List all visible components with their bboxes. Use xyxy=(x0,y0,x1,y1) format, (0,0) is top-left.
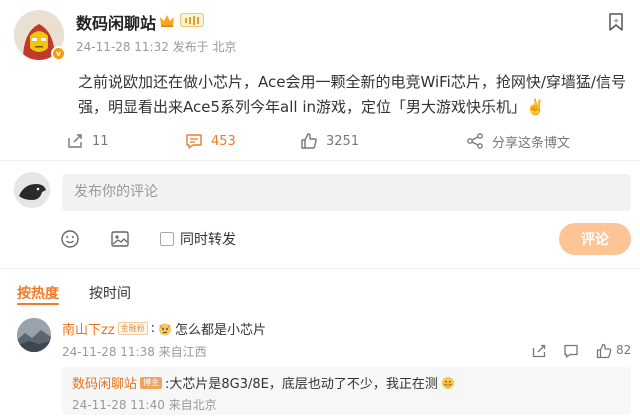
comment-text: 怎么都是小芯片 xyxy=(175,323,267,338)
comment-icon[interactable] xyxy=(563,343,579,359)
forward-checkbox[interactable] xyxy=(160,232,174,246)
submit-comment-button[interactable]: 评论 xyxy=(559,223,631,255)
fan-badge: 金融粉 xyxy=(117,322,148,335)
my-avatar[interactable] xyxy=(14,172,50,208)
reply-text: :大芯片是8G3/8E，底层也动了不少，我正在测 xyxy=(165,377,438,392)
svg-text:+: + xyxy=(613,17,619,25)
forward-label[interactable]: 同时转发 xyxy=(180,229,236,249)
divider xyxy=(0,268,640,269)
active-tab-indicator xyxy=(17,303,59,305)
like-button[interactable]: 3251 xyxy=(300,131,359,151)
divider xyxy=(0,160,640,161)
tab-by-hot[interactable]: 按热度 xyxy=(17,283,59,303)
comment-meta: 24-11-28 11:38 来自江西 xyxy=(62,345,207,359)
post-meta: 24-11-28 11:32 发布于 北京 xyxy=(76,40,237,54)
reply-line: 数码闲聊站 博主 :大芯片是8G3/8E，底层也动了不少，我正在测 xyxy=(72,373,455,392)
like-count: 3251 xyxy=(326,133,360,149)
share-label: 分享这条博文 xyxy=(492,135,571,151)
level-bars-icon xyxy=(180,13,204,27)
reply-author-name[interactable]: 数码闲聊站 xyxy=(72,373,137,392)
comment-button[interactable]: 453 xyxy=(185,131,236,151)
repost-icon xyxy=(68,134,82,148)
commenter-name[interactable]: 南山下zz xyxy=(62,319,115,338)
comment-count: 453 xyxy=(211,133,236,149)
share-icon xyxy=(467,133,483,149)
thumb-up-icon[interactable] xyxy=(596,343,612,359)
bookmark-icon[interactable]: + xyxy=(607,12,625,32)
comment-icon xyxy=(186,134,202,149)
post-content: 之前说欧加还在做小芯片，Ace会用一颗全新的电竞WiFi芯片，抢网快/穿墙猛/信… xyxy=(78,73,626,116)
author-badge: 博主 xyxy=(140,376,163,389)
comment-input[interactable]: 发布你的评论 xyxy=(62,174,631,211)
comment-like-count: 82 xyxy=(616,343,632,357)
repost-icon[interactable] xyxy=(531,343,547,359)
comment-line: 南山下zz 金融粉 : 怎么都是小芯片 xyxy=(62,319,267,338)
commenter-avatar[interactable] xyxy=(17,318,51,352)
image-icon[interactable] xyxy=(110,229,130,249)
reply-meta: 24-11-28 11:40 来自北京 xyxy=(72,398,217,412)
smiley-icon[interactable] xyxy=(60,229,80,249)
share-button[interactable]: 分享这条博文 xyxy=(466,131,570,151)
repost-button[interactable]: 11 xyxy=(66,131,109,151)
verified-badge-icon: v xyxy=(51,46,66,61)
tab-by-time[interactable]: 按时间 xyxy=(89,283,131,303)
doge-emoji-icon xyxy=(159,323,172,335)
repost-count: 11 xyxy=(92,133,109,149)
grin-emoji-icon xyxy=(441,376,454,389)
thumb-up-icon xyxy=(301,133,317,149)
author-name[interactable]: 数码闲聊站 xyxy=(76,10,156,34)
crown-icon xyxy=(160,15,174,27)
